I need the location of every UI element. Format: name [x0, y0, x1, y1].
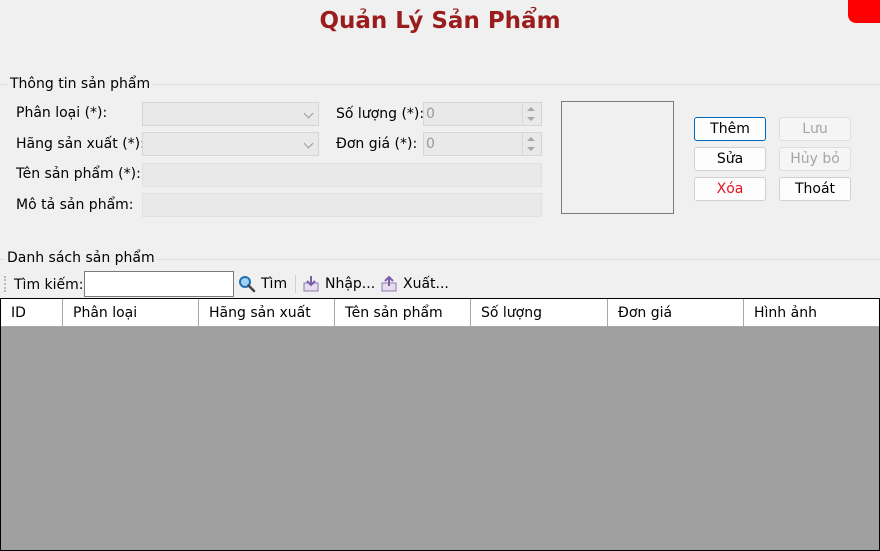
toolbar-grip[interactable] [4, 276, 8, 292]
spin-down-icon[interactable] [527, 117, 535, 121]
column-header-image[interactable]: Hình ảnh [744, 299, 879, 327]
product-image-box[interactable] [561, 101, 674, 214]
quantity-label: Số lượng (*): [336, 106, 425, 122]
category-combobox[interactable] [142, 102, 319, 126]
price-stepper[interactable]: 0 [423, 132, 542, 156]
column-header-product-name[interactable]: Tên sản phẩm [335, 299, 471, 327]
price-label: Đơn giá (*): [336, 136, 418, 152]
quantity-stepper[interactable]: 0 [423, 102, 542, 126]
product-info-group-label: Thông tin sản phẩm [8, 76, 153, 92]
product-list-group-label: Danh sách sản phẩm [5, 250, 157, 266]
search-button-label: Tìm [261, 276, 288, 292]
export-button[interactable]: Xuất... [380, 274, 450, 294]
delete-button[interactable]: Xóa [694, 177, 766, 201]
spin-up-icon[interactable] [527, 107, 535, 111]
description-input[interactable] [142, 193, 542, 217]
import-button-label: Nhập... [325, 276, 376, 292]
manufacturer-label: Hãng sản xuất (*): [16, 136, 145, 152]
product-name-label: Tên sản phẩm (*): [16, 166, 141, 182]
export-icon [381, 275, 397, 292]
magnifier-icon [239, 276, 256, 293]
column-header-id[interactable]: ID [1, 299, 63, 327]
add-button[interactable]: Thêm [694, 117, 766, 141]
chevron-down-icon [303, 138, 314, 149]
quantity-value: 0 [426, 106, 435, 122]
description-label: Mô tả sản phẩm: [16, 197, 134, 213]
column-header-price[interactable]: Đơn giá [608, 299, 744, 327]
column-header-quantity[interactable]: Số lượng [471, 299, 608, 327]
column-header-category[interactable]: Phân loại [63, 299, 199, 327]
search-button[interactable]: Tìm [238, 274, 288, 294]
product-name-input[interactable] [142, 163, 542, 187]
chevron-down-icon [303, 108, 314, 119]
edit-button[interactable]: Sửa [694, 147, 766, 171]
search-label: Tìm kiếm: [14, 277, 84, 293]
exit-button[interactable]: Thoát [779, 177, 851, 201]
column-header-manufacturer[interactable]: Hãng sản xuất [199, 299, 335, 327]
save-button[interactable]: Lưu [779, 117, 851, 141]
spin-down-icon[interactable] [527, 147, 535, 151]
search-input[interactable] [84, 271, 234, 297]
export-button-label: Xuất... [403, 276, 449, 292]
category-label: Phân loại (*): [16, 105, 108, 121]
cancel-button[interactable]: Hủy bỏ [779, 147, 851, 171]
import-icon [303, 276, 319, 292]
page-title: Quản Lý Sản Phẩm [319, 8, 561, 34]
product-table[interactable]: ID Phân loại Hãng sản xuất Tên sản phẩm … [0, 298, 880, 551]
spin-buttons[interactable] [522, 103, 541, 125]
price-value: 0 [426, 136, 435, 152]
import-button[interactable]: Nhập... [302, 274, 376, 294]
manufacturer-combobox[interactable] [142, 132, 319, 156]
spin-buttons[interactable] [522, 133, 541, 155]
toolbar-separator [295, 275, 296, 293]
spin-up-icon[interactable] [527, 137, 535, 141]
